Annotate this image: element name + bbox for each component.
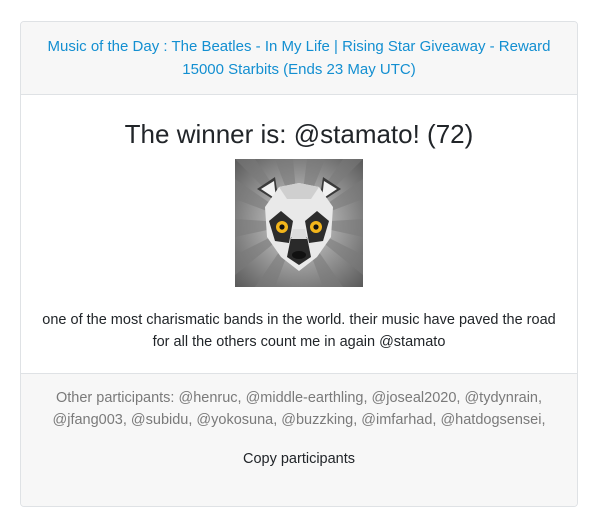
- card-header: Music of the Day : The Beatles - In My L…: [21, 22, 577, 95]
- winner-avatar: [235, 159, 363, 287]
- winner-heading: The winner is: @stamato! (72): [124, 119, 474, 149]
- winner-comment: one of the most charismatic bands in the…: [42, 312, 556, 350]
- giveaway-title-link[interactable]: Music of the Day : The Beatles - In My L…: [37, 35, 561, 81]
- copy-participants-button[interactable]: Copy participants: [235, 447, 363, 471]
- giveaway-card: Music of the Day : The Beatles - In My L…: [20, 21, 578, 507]
- card-footer: Other participants: @henruc, @middle-ear…: [21, 374, 577, 506]
- lemur-avatar-icon: [235, 159, 363, 287]
- other-participants-list: Other participants: @henruc, @middle-ear…: [52, 390, 546, 428]
- winner-section: The winner is: @stamato! (72) one of the…: [21, 95, 577, 374]
